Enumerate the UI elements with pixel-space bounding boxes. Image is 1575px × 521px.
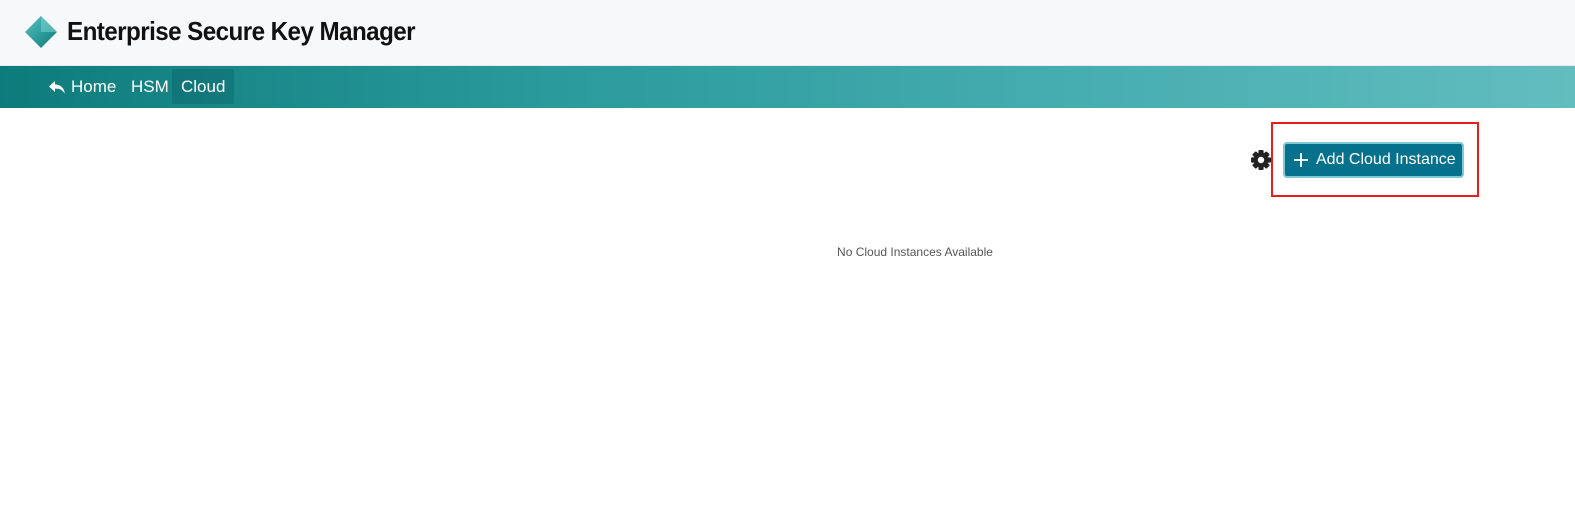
main-nav: Home HSM Cloud	[0, 66, 1575, 108]
app-header: Enterprise Secure Key Manager	[0, 0, 1575, 66]
app-title: Enterprise Secure Key Manager	[67, 16, 416, 46]
nav-hsm[interactable]: HSM	[129, 69, 171, 104]
nav-home[interactable]: Home	[46, 69, 118, 104]
add-cloud-instance-label: Add Cloud Instance	[1316, 151, 1456, 168]
add-cloud-instance-button[interactable]: Add Cloud Instance	[1283, 142, 1464, 178]
nav-hsm-label: HSM	[131, 77, 169, 96]
empty-state-message: No Cloud Instances Available	[837, 245, 993, 259]
nav-home-label: Home	[71, 77, 117, 96]
nav-cloud-label: Cloud	[181, 77, 226, 96]
reply-arrow-icon	[49, 81, 65, 94]
gear-icon[interactable]	[1250, 149, 1272, 171]
nav-cloud[interactable]: Cloud	[172, 69, 235, 104]
diamond-logo-icon	[25, 16, 57, 48]
plus-icon	[1294, 153, 1308, 167]
